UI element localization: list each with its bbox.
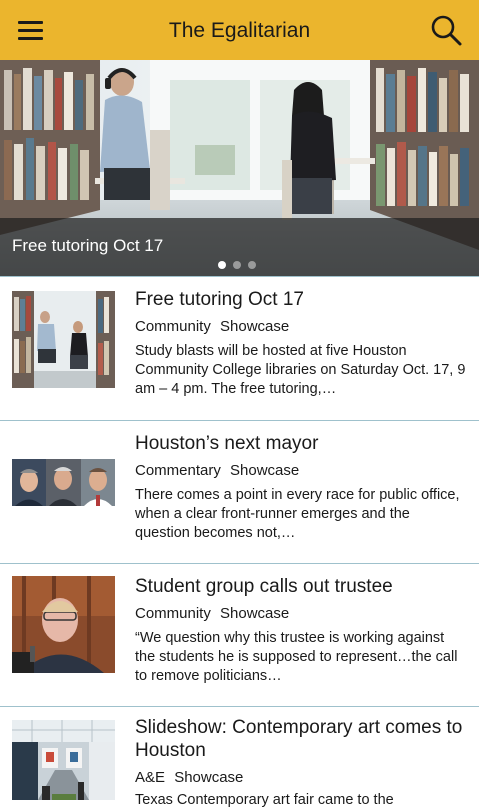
category-tag[interactable]: Showcase bbox=[174, 769, 243, 786]
divider bbox=[0, 420, 479, 421]
hero-carousel[interactable]: Free tutoring Oct 17 bbox=[0, 60, 479, 276]
article-excerpt: Study blasts will be hosted at five Hous… bbox=[135, 343, 466, 397]
article-title[interactable]: Free tutoring Oct 17 bbox=[135, 288, 465, 311]
menu-line bbox=[18, 37, 43, 40]
article-excerpt: There comes a point in every race for pu… bbox=[135, 487, 460, 541]
article-list-item[interactable]: Free tutoring Oct 17 Community Showcase … bbox=[0, 276, 479, 420]
article-excerpt: “We question why this trustee is working… bbox=[135, 630, 458, 684]
article-title[interactable]: Houston’s next mayor bbox=[135, 432, 465, 455]
article-thumbnail bbox=[12, 459, 115, 506]
search-icon[interactable] bbox=[424, 10, 468, 50]
category-tag[interactable]: A&E bbox=[135, 769, 165, 786]
article-thumbnail bbox=[12, 720, 115, 800]
divider bbox=[0, 706, 479, 707]
app-title: The Egalitarian bbox=[168, 19, 311, 42]
article-categories: Community Showcase bbox=[135, 317, 294, 337]
article-thumbnail bbox=[12, 291, 115, 388]
article-list-item[interactable]: Student group calls out trustee Communit… bbox=[0, 563, 479, 706]
menu-line bbox=[18, 21, 43, 24]
carousel-dot[interactable] bbox=[218, 261, 226, 269]
article-list-item[interactable]: Houston’s next mayor Commentary Showcase… bbox=[0, 420, 479, 563]
category-tag[interactable]: Commentary bbox=[135, 462, 221, 479]
article-title[interactable]: Slideshow: Contemporary art comes to Hou… bbox=[135, 716, 465, 762]
carousel-dot[interactable] bbox=[248, 261, 256, 269]
article-list-item[interactable]: Slideshow: Contemporary art comes to Hou… bbox=[0, 706, 479, 808]
article-excerpt: Texas Contemporary art fair came to the bbox=[135, 792, 394, 808]
divider bbox=[0, 276, 479, 277]
category-tag[interactable]: Showcase bbox=[230, 462, 299, 479]
category-tag[interactable]: Community bbox=[135, 605, 211, 622]
article-thumbnail bbox=[12, 576, 115, 673]
article-categories: A&E Showcase bbox=[135, 768, 248, 788]
article-categories: Commentary Showcase bbox=[135, 461, 304, 481]
divider bbox=[0, 563, 479, 564]
hero-caption[interactable]: Free tutoring Oct 17 bbox=[12, 235, 163, 257]
menu-line bbox=[18, 29, 43, 32]
carousel-dot[interactable] bbox=[233, 261, 241, 269]
hamburger-menu-icon[interactable] bbox=[10, 12, 52, 50]
app-bar: The Egalitarian bbox=[0, 0, 479, 60]
category-tag[interactable]: Showcase bbox=[220, 318, 289, 335]
category-tag[interactable]: Community bbox=[135, 318, 211, 335]
article-categories: Community Showcase bbox=[135, 604, 294, 624]
category-tag[interactable]: Showcase bbox=[220, 605, 289, 622]
article-title[interactable]: Student group calls out trustee bbox=[135, 575, 465, 598]
